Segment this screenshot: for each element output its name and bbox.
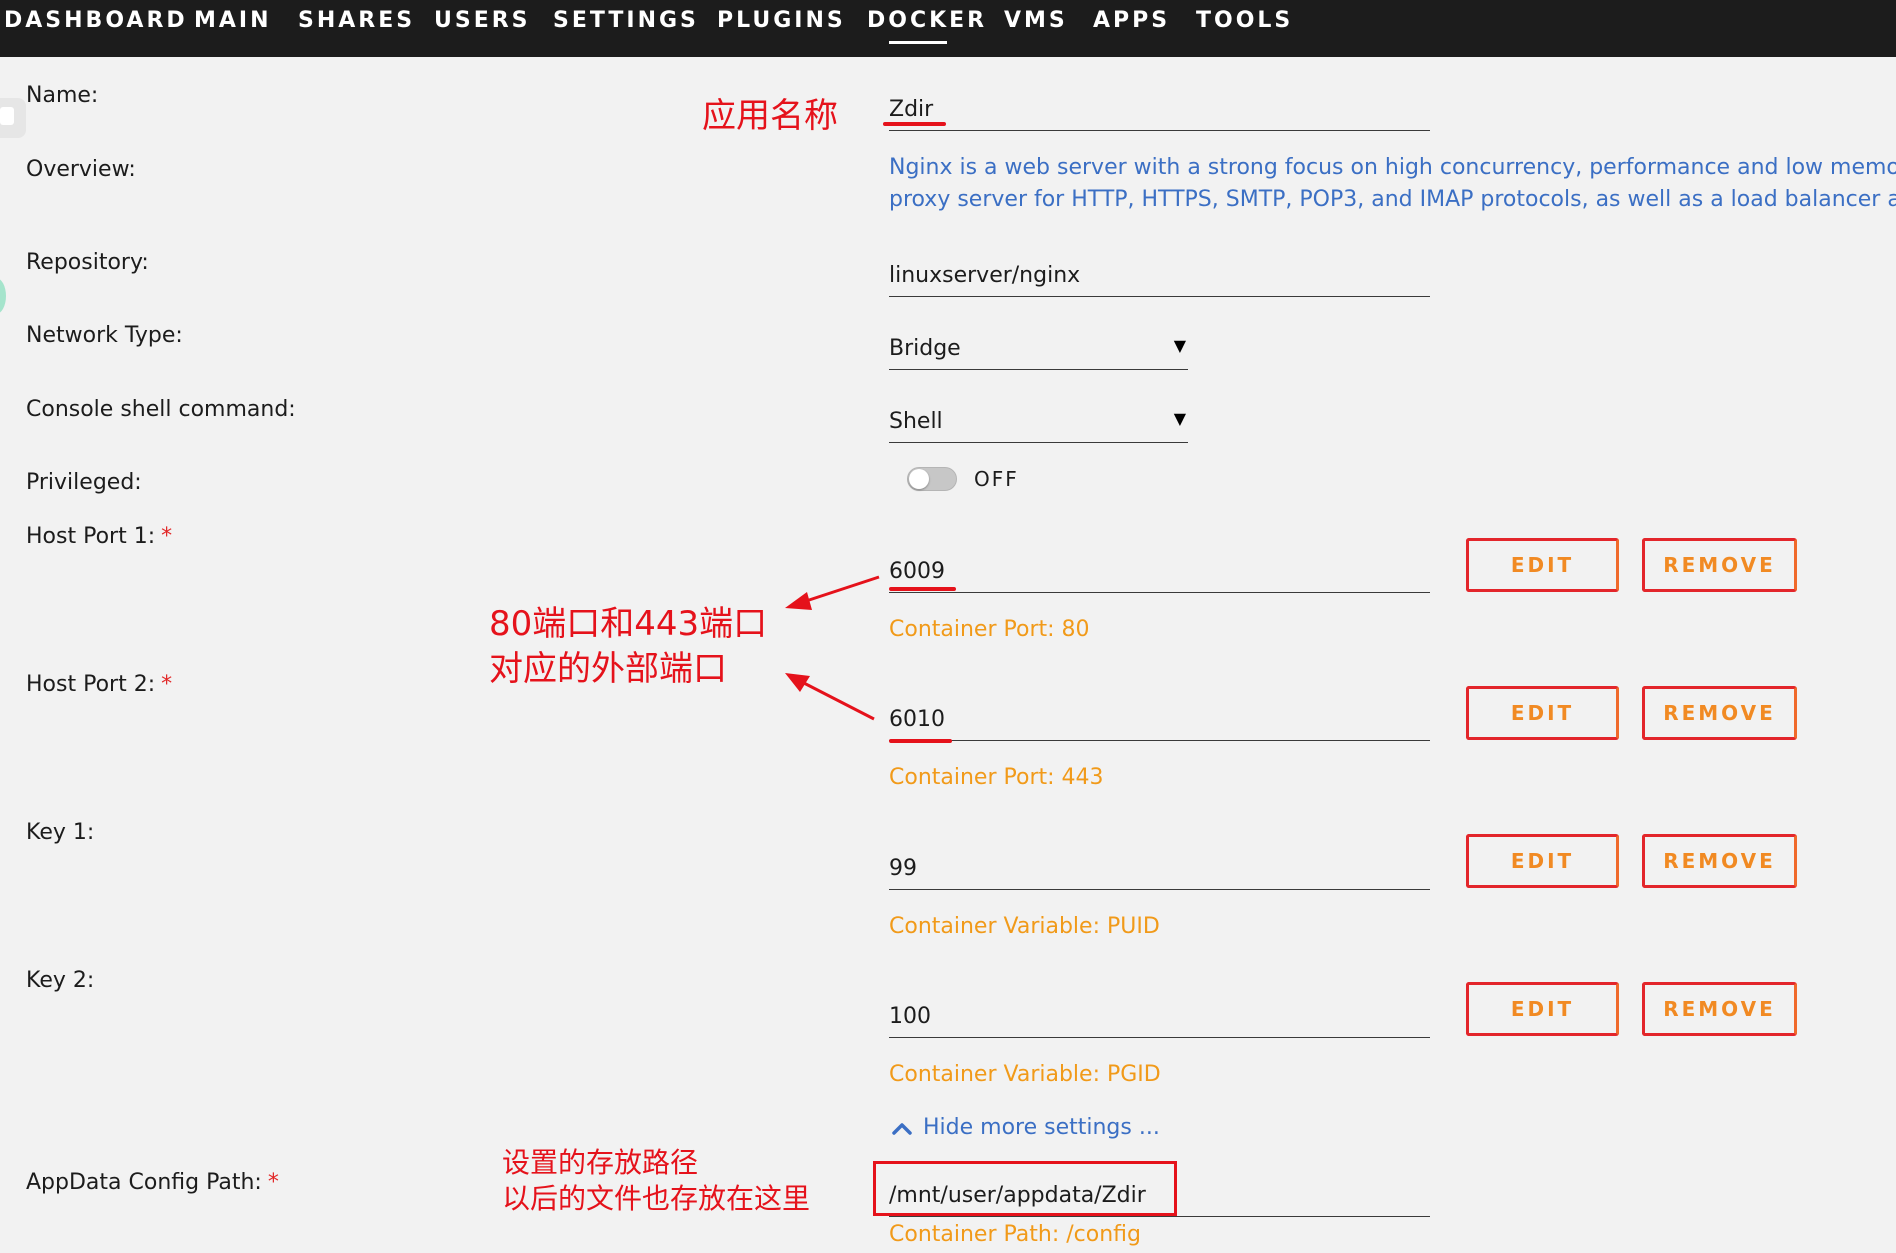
chevron-up-icon <box>892 1123 912 1135</box>
key-1-edit-button[interactable]: EDIT <box>1466 834 1619 888</box>
nav-active-indicator <box>889 41 947 44</box>
repository-label: Repository: <box>26 250 149 275</box>
nav-settings[interactable]: SETTINGS <box>553 8 699 33</box>
overview-label: Overview: <box>26 157 136 182</box>
overview-line-1: Nginx is a web server with a strong focu… <box>889 155 1896 180</box>
annotation-ports-line-2: 对应的外部端口 <box>489 649 727 689</box>
key-2-edit-button[interactable]: EDIT <box>1466 982 1619 1036</box>
host-port-1-edit-button[interactable]: EDIT <box>1466 538 1619 592</box>
required-asterisk: * <box>267 1170 279 1195</box>
hide-more-settings-label: Hide more settings ... <box>923 1115 1160 1140</box>
nav-main[interactable]: MAIN <box>194 8 272 33</box>
key-2-field[interactable]: 100 <box>889 993 1430 1038</box>
host-port-1-value: 6009 <box>889 559 945 584</box>
port-2-underline-mark <box>889 739 952 743</box>
console-shell-value: Shell <box>889 409 943 434</box>
nav-vms[interactable]: VMS <box>1004 8 1068 33</box>
overview-line-2: proxy server for HTTP, HTTPS, SMTP, POP3… <box>889 187 1896 212</box>
key-2-remove-button[interactable]: REMOVE <box>1642 982 1797 1036</box>
overview-text: Nginx is a web server with a strong focu… <box>889 152 1896 216</box>
name-field[interactable]: Zdir <box>889 86 1430 131</box>
host-port-2-field[interactable]: 6010 <box>889 696 1430 741</box>
network-type-label: Network Type: <box>26 323 183 348</box>
host-port-2-hint: Container Port: 443 <box>889 765 1104 790</box>
host-port-1-hint: Container Port: 80 <box>889 617 1090 642</box>
repository-value: linuxserver/nginx <box>889 263 1081 288</box>
hide-more-settings-link[interactable]: Hide more settings ... <box>891 1115 1160 1140</box>
privileged-label: Privileged: <box>26 470 142 495</box>
nav-apps[interactable]: APPS <box>1093 8 1170 33</box>
host-port-2-label: Host Port 2: * <box>26 672 173 697</box>
annotation-app-name: 应用名称 <box>702 96 838 136</box>
host-port-2-edit-button[interactable]: EDIT <box>1466 686 1619 740</box>
annotation-ports-line-1: 80端口和443端口 <box>489 604 768 644</box>
key-1-hint: Container Variable: PUID <box>889 914 1160 939</box>
console-shell-label: Console shell command: <box>26 397 296 422</box>
port-1-underline-mark <box>889 587 956 591</box>
network-type-select[interactable]: Bridge ▼ <box>889 325 1188 370</box>
key-1-value: 99 <box>889 856 917 881</box>
required-asterisk: * <box>161 672 173 697</box>
key-1-remove-button[interactable]: REMOVE <box>1642 834 1797 888</box>
nav-tools[interactable]: TOOLS <box>1196 8 1293 33</box>
side-panel-tab-icon <box>0 107 14 125</box>
appdata-hint: Container Path: /config <box>889 1222 1141 1247</box>
top-nav: DASHBOARD MAIN SHARES USERS SETTINGS PLU… <box>0 0 1896 57</box>
nav-users[interactable]: USERS <box>434 8 531 33</box>
key-1-label: Key 1: <box>26 820 95 845</box>
nav-dashboard[interactable]: DASHBOARD <box>4 8 188 33</box>
host-port-2-remove-button[interactable]: REMOVE <box>1642 686 1797 740</box>
name-value: Zdir <box>889 97 934 122</box>
privileged-toggle[interactable] <box>907 467 957 491</box>
host-port-1-label: Host Port 1: * <box>26 524 173 549</box>
name-underline-mark <box>883 122 946 126</box>
host-port-1-remove-button[interactable]: REMOVE <box>1642 538 1797 592</box>
privileged-state: OFF <box>974 467 1019 491</box>
host-port-1-field[interactable]: 6009 <box>889 548 1430 593</box>
repository-field[interactable]: linuxserver/nginx <box>889 252 1430 297</box>
host-port-2-value: 6010 <box>889 707 945 732</box>
chevron-down-icon: ▼ <box>1173 336 1186 355</box>
arrow-port-2 <box>785 673 875 721</box>
nav-shares[interactable]: SHARES <box>298 8 415 33</box>
key-1-field[interactable]: 99 <box>889 845 1430 890</box>
chevron-down-icon: ▼ <box>1173 409 1186 428</box>
console-shell-select[interactable]: Shell ▼ <box>889 398 1188 443</box>
key-2-value: 100 <box>889 1004 931 1029</box>
annotation-path-line-1: 设置的存放路径 <box>502 1146 699 1179</box>
appdata-label: AppData Config Path: * <box>26 1170 279 1195</box>
arrow-port-1 <box>785 575 880 610</box>
key-2-label: Key 2: <box>26 968 95 993</box>
annotation-path-line-2: 以后的文件也存放在这里 <box>502 1182 811 1215</box>
appdata-highlight-box <box>873 1161 1177 1216</box>
side-status-dot <box>0 278 6 314</box>
toggle-knob <box>909 469 929 489</box>
name-label: Name: <box>26 83 99 108</box>
nav-plugins[interactable]: PLUGINS <box>717 8 846 33</box>
required-asterisk: * <box>161 524 173 549</box>
key-2-hint: Container Variable: PGID <box>889 1062 1161 1087</box>
nav-docker[interactable]: DOCKER <box>867 8 987 33</box>
network-type-value: Bridge <box>889 336 961 361</box>
